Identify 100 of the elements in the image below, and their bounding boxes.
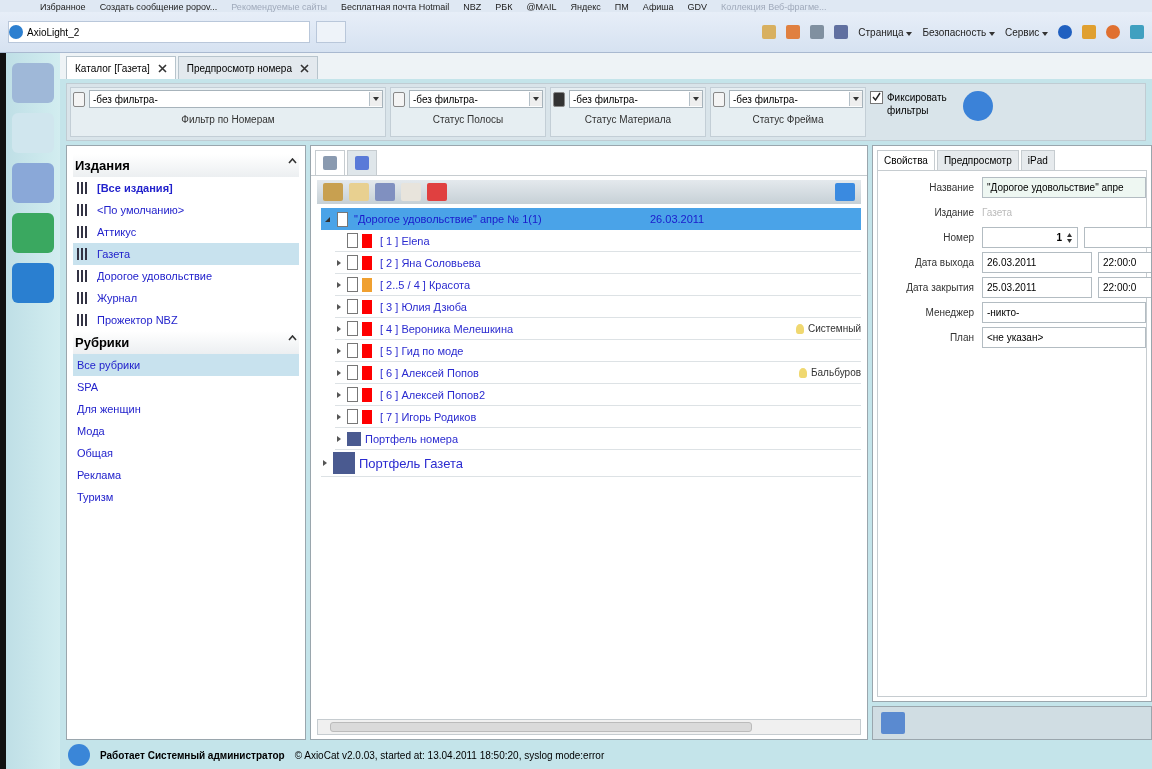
tree-row[interactable]: [ 6 ] Алексей Попов2 [335,384,861,406]
favorite-link[interactable]: Афиша [642,2,674,12]
page-icon [347,321,358,336]
field-label: Дата выхода [913,257,974,268]
tree-row[interactable]: [ 4 ] Вероника Мелешкина Системный [335,318,861,340]
tree-label: [ 6 ] Алексей Попов2 [380,388,486,401]
document-icon [337,211,348,227]
tree-row[interactable]: [ 2 ] Яна Соловьева [335,252,861,274]
time-field[interactable]: 22:00:0 [1098,252,1151,273]
barcode-icon [77,182,89,194]
browser-tab[interactable]: AxioLight_2 [8,21,310,43]
filter-caption: Статус Материала [583,114,673,125]
favorite-link[interactable]: ПМ [614,2,629,12]
document-tab[interactable]: Каталог [Газета] [66,56,176,79]
text-field[interactable]: <не указан> [982,327,1146,348]
tree-label: [ 2 ] Яна Соловьева [380,256,481,269]
tree-row[interactable]: [ 5 ] Гид по моде [335,340,861,362]
favorite-link[interactable]: Бесплатная почта Hotmail [341,2,450,12]
sidebar-item[interactable]: Реклама [73,464,299,486]
page-icon [347,387,358,402]
bulb-icon [796,323,804,334]
tree-row[interactable]: [ 7 ] Игорь Родиков [335,406,861,428]
document-icon [393,91,405,107]
field-label: Название [928,182,974,193]
horizontal-scrollbar[interactable] [317,719,861,735]
filter-dropdown[interactable]: -без фильтра- [729,90,863,108]
favorite-link[interactable]: NBZ [463,2,482,12]
properties-tab[interactable]: iPad [1020,150,1055,170]
date-field[interactable]: 26.03.2011 [982,252,1092,273]
command-menu[interactable]: Сервис [1004,26,1048,38]
tree-label: [ 5 ] Гид по моде [380,344,464,357]
page-icon [347,409,358,424]
sidebar-item[interactable]: Журнал [73,287,299,309]
favorites-label[interactable]: Избранное [40,2,86,12]
tree-row[interactable]: [ 2..5 / 4 ] Красота [335,274,861,296]
tree-label: [ 1 ] Elena [380,234,430,247]
tree-row[interactable]: [ 1 ] Elena [335,230,861,252]
expander-icon[interactable] [323,215,331,223]
barcode-icon [77,270,89,282]
page-icon [347,365,358,380]
tree-label: Портфель Газета [359,455,463,471]
barcode-icon [77,204,89,216]
view-tab[interactable] [347,150,377,175]
tree-row[interactable]: Портфель номера [335,428,861,450]
command-menu[interactable]: Страница [858,26,913,38]
time-field[interactable]: 22:00:0 [1098,277,1151,298]
filter-caption: Статус Полосы [431,114,505,125]
favorite-link[interactable]: @MAIL [526,2,557,12]
tree-label: [ 4 ] Вероника Мелешкина [380,322,514,335]
chevron-icon[interactable] [288,335,297,341]
view-tab[interactable] [315,150,345,175]
sidebar-item[interactable]: [Все издания] [73,177,299,199]
sidebar-item[interactable]: Для женщин [73,398,299,420]
filter-dropdown[interactable]: -без фильтра- [89,90,383,108]
checkbox[interactable] [870,91,883,104]
sidebar-item[interactable]: Туризм [73,486,299,508]
command-menu[interactable]: Безопасность [922,26,995,38]
date-field[interactable]: 25.03.2011 [982,277,1092,298]
barcode-icon [77,314,89,326]
sidebar-item[interactable]: Все рубрики [73,354,299,376]
caret-icon [689,92,702,106]
field-label: Издание [933,207,974,218]
status-text: © AxioCat v2.0.03, started at: 13.04.2011 18:50:20, syslog mode:error [294,749,605,761]
tree-row[interactable]: [ 6 ] Алексей Попов Бальбуров [335,362,861,384]
tree-row[interactable]: [ 3 ] Юлия Дзюба [335,296,861,318]
page-icon [347,255,358,270]
tree-row[interactable]: Портфель Газета [321,450,861,477]
new-tab-button[interactable] [316,21,346,43]
text-field[interactable]: "Дорогое удовольствие" апре [982,177,1146,198]
properties-tab[interactable]: Предпросмотр [936,150,1019,170]
sidebar-item[interactable]: Общая [73,442,299,464]
document-icon [553,91,565,107]
field-label: Менеджер [924,307,974,318]
spinner-icon[interactable] [1066,231,1073,244]
properties-tab[interactable]: Свойства [877,150,935,170]
page-icon [347,233,358,248]
close-icon[interactable] [157,63,167,73]
filter-dropdown[interactable]: -без фильтра- [409,90,543,108]
page-icon [347,277,358,292]
sidebar-item[interactable]: Дорогое удовольствие [73,265,299,287]
document-tab[interactable]: Предпросмотр номера [177,56,318,79]
sidebar-item[interactable]: Прожектор NBZ [73,309,299,331]
sidebar-item[interactable]: Мода [73,420,299,442]
tree-node[interactable]: "Дорогое удовольствие" апре № 1(1) 26.03.2011 [321,208,861,230]
sidebar-item[interactable]: Аттикус [73,221,299,243]
favorite-link[interactable]: Создать сообщение popov... [99,2,218,12]
favorite-link[interactable]: РБК [495,2,513,12]
sidebar-item[interactable]: SPA [73,376,299,398]
favorite-link[interactable]: Яндекс [570,2,601,12]
number-field[interactable]: 1 [982,227,1078,248]
tree-label: [ 6 ] Алексей Попов [380,366,479,379]
close-icon[interactable] [300,63,309,73]
bulb-icon [799,367,807,378]
filter-dropdown[interactable]: -без фильтра- [569,90,703,108]
sidebar-item[interactable]: <По умолчанию> [73,199,299,221]
chevron-icon[interactable] [288,158,297,164]
text-field[interactable]: -никто- [982,302,1146,323]
sidebar-item[interactable]: Газета [73,243,299,265]
status-user: Работает Системный администратор [100,749,285,761]
favorite-link[interactable]: GDV [687,2,708,12]
